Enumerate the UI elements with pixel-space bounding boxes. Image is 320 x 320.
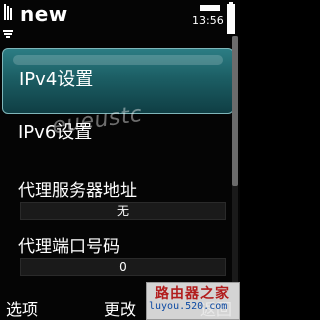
signal-strength-icon xyxy=(3,4,13,38)
list-item-ipv4-settings[interactable]: IPv4设置 xyxy=(2,48,234,114)
change-softkey[interactable]: 更改 xyxy=(104,296,136,320)
list-item-label: IPv6设置 xyxy=(18,122,93,143)
proxy-port-value: 0 xyxy=(20,258,226,276)
list-item-proxy-port-number[interactable]: 代理端口号码 0 xyxy=(0,232,240,278)
scrollbar[interactable] xyxy=(232,36,238,282)
list-item-label: 代理端口号码 xyxy=(18,237,120,257)
list-item-proxy-server-address[interactable]: 代理服务器地址 无 xyxy=(0,176,240,222)
stamp-url: luyou.520.com xyxy=(149,301,228,312)
list-item-label: IPv4设置 xyxy=(19,69,94,90)
notification-icon xyxy=(200,5,220,11)
settings-screen: new 13:56 IPv4设置 IPv6设置 代理服务器地址 无 代理端口号码… xyxy=(0,0,240,320)
battery-icon xyxy=(227,2,235,34)
page-title: new xyxy=(20,2,68,26)
stamp-title: 路由器之家 xyxy=(155,286,230,302)
title-bar: new 13:56 xyxy=(0,0,240,38)
watermark-stamp: 路由器之家 luyou.520.com xyxy=(146,282,240,320)
clock-time: 13:56 xyxy=(192,14,224,27)
scrollbar-thumb[interactable] xyxy=(232,36,238,186)
list-item-ipv6-settings[interactable]: IPv6设置 xyxy=(0,118,240,154)
options-softkey[interactable]: 选项 xyxy=(6,296,38,320)
list-item-label: 代理服务器地址 xyxy=(18,181,137,201)
proxy-server-value: 无 xyxy=(20,202,226,220)
